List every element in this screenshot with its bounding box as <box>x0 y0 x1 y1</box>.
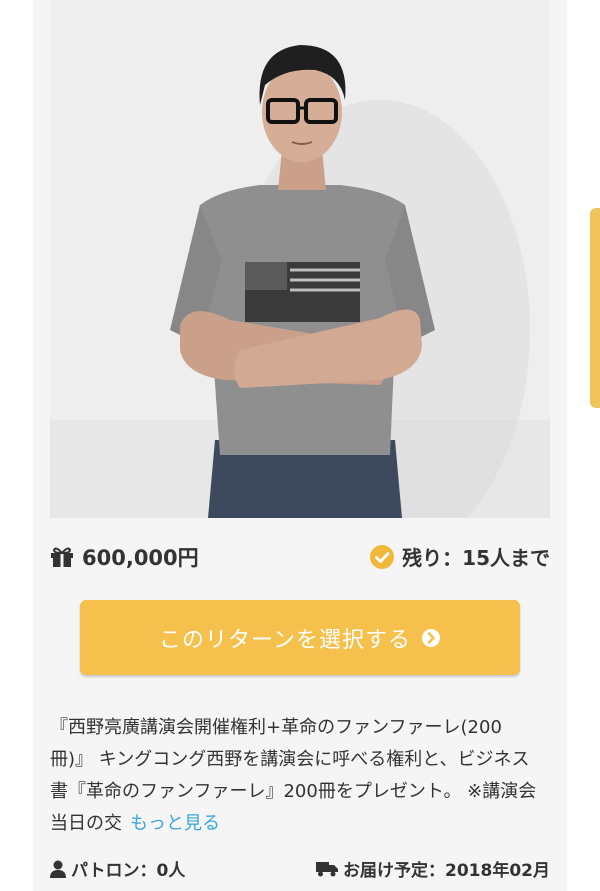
reward-description-text: 『西野亮廣講演会開催権利+革命のファンファーレ(200冊)』 キングコング西野を… <box>50 717 537 834</box>
reward-photo <box>50 0 550 518</box>
reward-price: 600,000円 <box>50 542 199 572</box>
select-reward-button[interactable]: このリターンを選択する <box>80 600 520 675</box>
reward-summary-row: 600,000円 残り：15人まで <box>50 538 550 574</box>
reward-remaining: 残り：15人まで <box>370 542 550 571</box>
truck-icon <box>316 861 339 877</box>
user-icon <box>50 860 66 878</box>
more-link[interactable]: もっと見る <box>130 813 220 834</box>
check-circle-icon <box>370 544 395 569</box>
reward-remaining-value: 残り：15人まで <box>402 546 550 570</box>
reward-description: 『西野亮廣講演会開催権利+革命のファンファーレ(200冊)』 キングコング西野を… <box>50 712 540 840</box>
gift-icon <box>50 546 74 568</box>
chevron-right-circle-icon <box>421 628 441 648</box>
delivery-schedule-value: お届け予定：2018年02月 <box>343 861 550 881</box>
side-scroll-tab[interactable] <box>590 208 600 408</box>
patron-count: パトロン：0人 <box>50 856 185 881</box>
reward-meta-row: パトロン：0人 お届け予定：2018年02月 <box>50 856 550 886</box>
delivery-schedule: お届け予定：2018年02月 <box>316 856 550 881</box>
patron-count-value: パトロン：0人 <box>71 861 186 881</box>
select-reward-button-label: このリターンを選択する <box>159 627 411 653</box>
reward-price-value: 600,000円 <box>82 546 199 570</box>
